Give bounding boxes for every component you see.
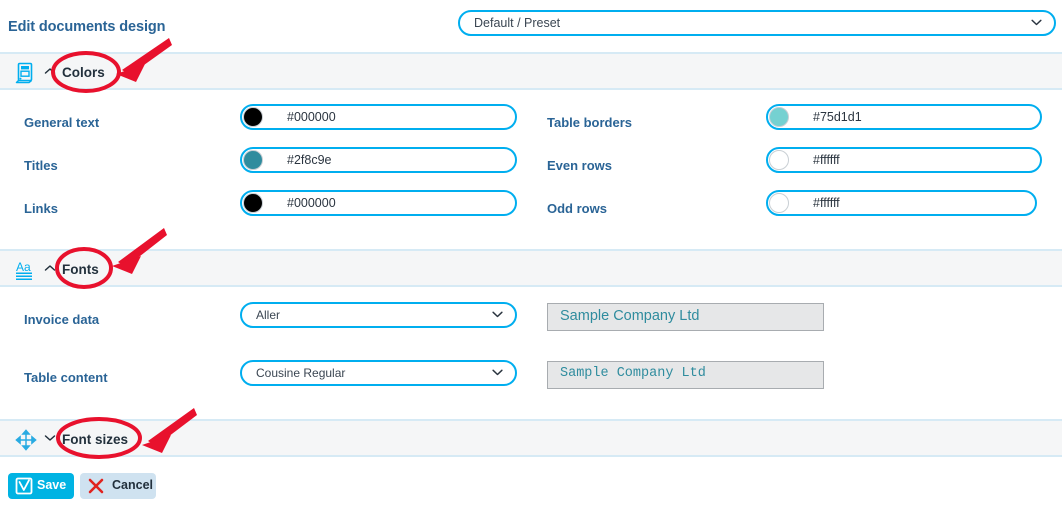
color-swatch-links[interactable] <box>243 193 263 213</box>
top-bar: Edit documents design Default / Preset <box>0 0 1062 48</box>
label-table-content: Table content <box>24 370 108 385</box>
section-label-fonts: Fonts <box>62 262 99 277</box>
preset-dropdown[interactable]: Default / Preset <box>458 10 1056 36</box>
color-swatch-odd-rows[interactable] <box>769 193 789 213</box>
color-input-table-borders[interactable]: #75d1d1 <box>766 104 1042 130</box>
color-value-table-borders: #75d1d1 <box>813 110 862 124</box>
chevron-down-icon[interactable] <box>44 434 56 444</box>
preset-dropdown-value: Default / Preset <box>474 16 561 30</box>
label-general-text: General text <box>24 115 100 130</box>
color-value-general-text: #000000 <box>287 110 336 124</box>
font-select-table-content[interactable]: Cousine Regular <box>240 360 517 386</box>
save-button-label: Save <box>37 478 67 492</box>
color-swatch-table-borders[interactable] <box>769 107 789 127</box>
close-x-icon <box>87 477 105 495</box>
label-even-rows: Even rows <box>547 158 613 173</box>
section-label-font-sizes: Font sizes <box>62 432 129 447</box>
chevron-down-icon <box>492 311 503 318</box>
page-title: Edit documents design <box>8 19 166 35</box>
label-titles: Titles <box>24 158 58 173</box>
color-swatch-titles[interactable] <box>243 150 263 170</box>
font-preview-invoice-data: Sample Company Ltd <box>547 303 824 331</box>
font-preview-table-content-text: Sample Company Ltd <box>560 366 706 381</box>
cancel-button[interactable]: Cancel <box>80 473 156 499</box>
svg-text:Aa: Aa <box>16 260 31 274</box>
font-aa-icon: Aa <box>14 258 38 282</box>
font-select-table-content-value: Cousine Regular <box>256 366 346 380</box>
section-header-colors[interactable]: Colors <box>0 52 1062 90</box>
color-swatch-even-rows[interactable] <box>769 150 789 170</box>
cancel-button-label: Cancel <box>112 478 153 492</box>
font-preview-invoice-data-text: Sample Company Ltd <box>560 308 700 324</box>
label-invoice-data: Invoice data <box>24 312 100 327</box>
color-value-titles: #2f8c9e <box>287 153 332 167</box>
font-select-invoice-data-value: Aller <box>256 308 281 322</box>
color-swatch-general-text[interactable] <box>243 107 263 127</box>
font-select-invoice-data[interactable]: Aller <box>240 302 517 328</box>
save-button[interactable]: Save <box>8 473 74 499</box>
chevron-down-icon <box>1031 19 1042 26</box>
color-input-even-rows[interactable]: #ffffff <box>766 147 1042 173</box>
section-header-fonts[interactable]: Aa Fonts <box>0 249 1062 287</box>
section-header-font-sizes[interactable]: Font sizes <box>0 419 1062 457</box>
color-input-odd-rows[interactable]: #ffffff <box>766 190 1037 216</box>
color-input-links[interactable]: #000000 <box>240 190 517 216</box>
color-value-links: #000000 <box>287 196 336 210</box>
chevron-up-icon[interactable] <box>44 264 56 274</box>
section-label-colors: Colors <box>62 65 105 80</box>
resize-arrows-icon <box>14 428 38 452</box>
checkbox-check-icon <box>15 477 33 495</box>
label-odd-rows: Odd rows <box>547 201 607 216</box>
color-value-odd-rows: #ffffff <box>813 196 840 210</box>
label-table-borders: Table borders <box>547 115 633 130</box>
color-input-general-text[interactable]: #000000 <box>240 104 517 130</box>
color-input-titles[interactable]: #2f8c9e <box>240 147 517 173</box>
color-value-even-rows: #ffffff <box>813 153 840 167</box>
font-preview-table-content: Sample Company Ltd <box>547 361 824 389</box>
chevron-down-icon <box>492 369 503 376</box>
label-links: Links <box>24 201 58 216</box>
chevron-up-icon[interactable] <box>44 67 56 77</box>
document-design-icon <box>14 61 38 85</box>
